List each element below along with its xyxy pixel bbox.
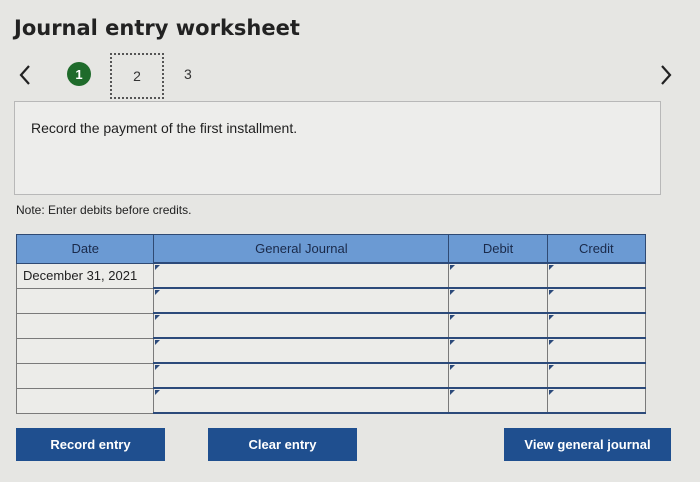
view-general-journal-button[interactable]: View general journal	[504, 428, 671, 461]
debit-field[interactable]	[448, 287, 548, 314]
table-row	[15, 362, 647, 389]
date-cell[interactable]	[15, 362, 155, 389]
debit-field[interactable]	[448, 262, 548, 289]
credit-field[interactable]	[546, 262, 647, 289]
credit-field[interactable]	[546, 362, 647, 389]
debit-field[interactable]	[448, 337, 548, 364]
credit-field[interactable]	[546, 287, 647, 314]
record-entry-button[interactable]: Record entry	[16, 428, 165, 461]
journal-header-row: Date General Journal Debit Credit	[15, 234, 647, 264]
debit-field[interactable]	[448, 312, 548, 339]
table-row	[15, 337, 647, 364]
account-field[interactable]	[153, 287, 450, 314]
date-cell[interactable]	[15, 337, 155, 364]
account-field[interactable]	[153, 362, 450, 389]
step-1-button[interactable]: 1	[67, 62, 91, 86]
instruction-box: Record the payment of the first installm…	[14, 101, 661, 195]
table-row	[15, 312, 647, 339]
table-row	[15, 287, 647, 314]
debit-column-header: Debit	[448, 234, 548, 264]
date-cell[interactable]	[15, 387, 155, 414]
date-cell[interactable]: December 31, 2021	[15, 262, 155, 289]
step-3-button[interactable]: 3	[184, 66, 192, 82]
account-field[interactable]	[153, 387, 450, 414]
credit-field[interactable]	[546, 387, 647, 414]
clear-entry-button[interactable]: Clear entry	[208, 428, 357, 461]
instruction-text: Record the payment of the first installm…	[31, 120, 298, 136]
page-title: Journal entry worksheet	[14, 16, 300, 40]
step-2-button[interactable]: 2	[110, 53, 164, 99]
date-cell[interactable]	[15, 312, 155, 339]
credit-column-header: Credit	[546, 234, 647, 264]
debit-field[interactable]	[448, 387, 548, 414]
credit-field[interactable]	[546, 337, 647, 364]
table-row: December 31, 2021	[15, 262, 647, 289]
credit-field[interactable]	[546, 312, 647, 339]
date-cell[interactable]	[15, 287, 155, 314]
next-step-button[interactable]	[655, 62, 677, 88]
note-text: Note: Enter debits before credits.	[16, 203, 192, 217]
chevron-left-icon	[19, 65, 30, 85]
account-field[interactable]	[153, 337, 450, 364]
prev-step-button[interactable]	[14, 62, 36, 88]
account-field[interactable]	[153, 262, 450, 289]
account-field[interactable]	[153, 312, 450, 339]
journal-table: Date General Journal Debit Credit Decemb…	[15, 234, 647, 414]
general-journal-column-header: General Journal	[153, 234, 450, 264]
debit-field[interactable]	[448, 362, 548, 389]
chevron-right-icon	[661, 65, 672, 85]
date-column-header: Date	[15, 234, 155, 264]
table-row	[15, 387, 647, 414]
